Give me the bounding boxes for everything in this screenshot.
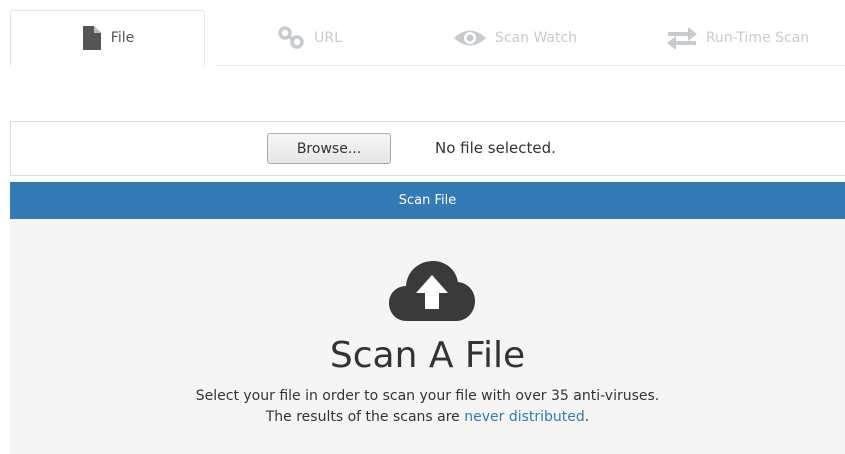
swap-arrows-icon: [666, 26, 698, 50]
browse-button[interactable]: Browse...: [267, 133, 391, 164]
tab-run-time-scan-label: Run-Time Scan: [705, 30, 810, 46]
scan-tabs: File URL Scan Watch Run-Time Scan: [10, 10, 845, 66]
tab-file[interactable]: File: [10, 10, 205, 66]
file-icon: [81, 25, 103, 51]
scan-description: Select your file in order to scan your f…: [10, 386, 845, 428]
description-line-2-prefix: The results of the scans are: [265, 409, 460, 425]
tab-url[interactable]: URL: [260, 10, 360, 66]
tab-scan-watch[interactable]: Scan Watch: [435, 10, 595, 66]
tab-run-time-scan[interactable]: Run-Time Scan: [650, 10, 825, 66]
tab-url-label: URL: [314, 30, 342, 46]
file-upload-bar: Browse... No file selected.: [10, 121, 845, 176]
never-distributed-link[interactable]: never distributed: [464, 409, 585, 425]
tab-file-label: File: [110, 30, 135, 46]
cloud-upload-icon: [389, 259, 475, 323]
scan-file-button[interactable]: Scan File: [10, 182, 845, 219]
scan-dropzone: Scan A File Select your file in order to…: [10, 219, 845, 454]
link-icon: [278, 25, 306, 51]
eye-icon: [453, 27, 487, 49]
description-line-2-suffix: .: [584, 409, 590, 425]
page-title: Scan A File: [329, 335, 526, 376]
file-status-text: No file selected.: [435, 139, 556, 157]
description-line-2: The results of the scans are never distr…: [10, 407, 845, 428]
description-line-1: Select your file in order to scan your f…: [195, 388, 660, 404]
tab-scan-watch-label: Scan Watch: [494, 30, 578, 46]
scan-file-label: Scan File: [398, 193, 457, 208]
